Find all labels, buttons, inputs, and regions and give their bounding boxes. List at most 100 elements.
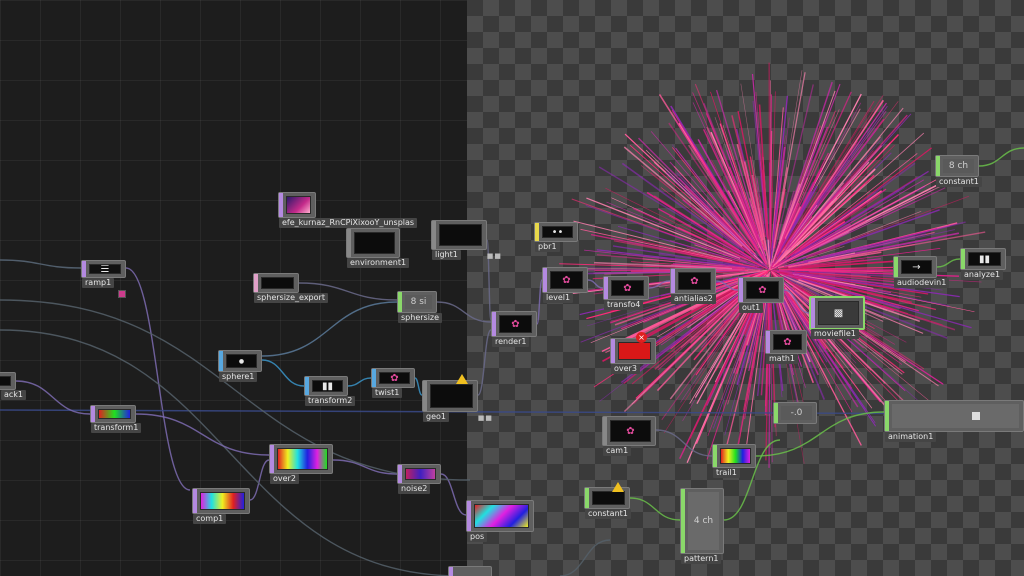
node-viewer: ✿	[773, 334, 802, 350]
node-type-strip	[91, 406, 95, 422]
node-type-strip	[774, 403, 778, 423]
node-type-strip	[279, 193, 283, 217]
node-viewer	[354, 232, 395, 254]
wire[interactable]	[332, 459, 398, 475]
node-viewer	[98, 409, 131, 419]
node-pbr1[interactable]: •• pbr1	[534, 222, 578, 252]
node-type-strip	[193, 489, 197, 513]
node-pattern1[interactable]: 4 ch pattern1	[680, 488, 724, 564]
node-transform1[interactable]: transform1	[90, 405, 142, 433]
wire[interactable]	[936, 258, 961, 268]
node-label: transfo4	[604, 300, 644, 310]
node-viewer	[286, 196, 311, 214]
wire[interactable]	[436, 301, 492, 323]
warning-icon[interactable]	[612, 482, 624, 492]
wire[interactable]	[261, 301, 398, 357]
node-environment1[interactable]: environment1	[346, 228, 410, 268]
node-sphere1[interactable]: ● sphere1	[218, 350, 262, 382]
node-flags[interactable]: ■■	[478, 414, 493, 422]
node-moviefileout1[interactable]: ▩ moviefile1	[809, 296, 865, 339]
node-out1[interactable]: ✿ out1	[738, 277, 784, 313]
node-label: pattern1	[681, 554, 722, 564]
node-light1[interactable]: light1 ■■	[431, 220, 501, 260]
node-pos[interactable]: pos	[466, 500, 534, 542]
node-label: animation1	[885, 432, 937, 442]
node-flag-dot[interactable]	[118, 290, 126, 298]
warning-icon[interactable]	[456, 374, 468, 384]
wire[interactable]	[587, 279, 604, 289]
wire[interactable]	[135, 413, 270, 456]
node-partial-bottom[interactable]	[448, 566, 492, 576]
wire[interactable]	[655, 429, 713, 457]
node-ramp1[interactable]: ☰ ramp1	[81, 260, 126, 288]
node-noise2[interactable]: noise2	[397, 464, 441, 494]
node-comp1[interactable]: comp1	[192, 488, 250, 524]
node-track1[interactable]: ack1	[0, 372, 27, 400]
node-type-strip	[894, 257, 898, 277]
node-label: ramp1	[82, 278, 115, 288]
node-label: constant1	[936, 177, 982, 187]
wire[interactable]	[0, 259, 82, 269]
node-geo1[interactable]: geo1 ■■	[422, 380, 492, 422]
node-transform-b[interactable]: ✿ transfo4	[603, 276, 649, 310]
node-viewer: ••	[542, 226, 573, 238]
node-type-strip	[766, 331, 770, 353]
node-flags[interactable]: ■■	[487, 252, 502, 260]
node-null-value[interactable]: -.0	[773, 402, 817, 424]
wire[interactable]	[559, 539, 611, 576]
node-twist1[interactable]: ✿ twist1	[371, 368, 415, 398]
wire[interactable]	[477, 329, 492, 396]
wire[interactable]	[978, 147, 1024, 167]
node-type-strip	[270, 445, 274, 473]
node-transform2[interactable]: ▮▮ transform2	[304, 376, 356, 406]
error-icon[interactable]: ×	[636, 332, 647, 343]
arrow-right-icon: →	[912, 261, 921, 273]
node-moviefilein-unsplash[interactable]: efe_kurnaz_RnCPiXixooY_unsplas	[278, 192, 418, 228]
node-label: transform2	[305, 396, 356, 406]
node-label: constant1	[585, 509, 631, 519]
node-viewer	[618, 342, 651, 360]
wire[interactable]	[783, 289, 810, 314]
wire[interactable]	[125, 267, 191, 491]
node-math1[interactable]: ✿ math1	[765, 330, 807, 364]
node-audiodevicein1[interactable]: → audiodevin1	[893, 256, 950, 288]
wire[interactable]	[15, 380, 91, 415]
node-type-strip	[961, 249, 965, 269]
node-viewer	[474, 504, 529, 528]
wire[interactable]	[249, 459, 270, 501]
node-sphersize-export[interactable]: sphersize_export	[253, 273, 328, 303]
node-type-strip	[585, 488, 589, 508]
analyze-glyph: ▮▮	[978, 253, 990, 265]
channel-count: 8 ch	[948, 161, 969, 171]
wire[interactable]	[648, 280, 671, 289]
node-label: noise2	[398, 484, 431, 494]
node-viewer	[592, 491, 625, 505]
out-glyph: ✿	[758, 284, 767, 296]
node-render1[interactable]: ✿ render1	[491, 311, 537, 347]
node-viewer: ✿	[610, 420, 651, 442]
node-analyze1[interactable]: ▮▮ analyze1	[960, 248, 1006, 280]
node-type-strip	[372, 369, 376, 387]
wire[interactable]	[715, 280, 739, 291]
node-cam1[interactable]: ✿ cam1	[602, 416, 656, 456]
keyframe-markers	[971, 412, 980, 420]
wire[interactable]	[261, 359, 305, 387]
node-antialias2[interactable]: ✿ antialias2	[670, 268, 716, 304]
node-animation1[interactable]: animation1	[884, 400, 1024, 442]
wire[interactable]	[629, 497, 681, 521]
node-sphersize[interactable]: 8 si sphersize	[397, 291, 443, 323]
node-level1[interactable]: ✿ level1	[542, 267, 588, 303]
value-readout: -.0	[790, 408, 803, 418]
node-over2[interactable]: over2	[269, 444, 333, 484]
node-type-strip	[492, 312, 496, 336]
film-glyph: ▩	[833, 307, 844, 319]
node-viewer	[892, 404, 1019, 428]
wire[interactable]	[414, 377, 423, 396]
network-editor[interactable]: ☰ ramp1 efe_kurnaz_RnCPiXixooY_unsplas e…	[0, 0, 1024, 576]
node-viewer	[439, 224, 482, 246]
node-trail1[interactable]: trail1	[712, 444, 756, 478]
wire[interactable]	[347, 377, 372, 387]
node-over3[interactable]: over3	[610, 338, 656, 374]
node-constant1-chop[interactable]: 8 ch constant1	[935, 155, 982, 187]
node-type-strip	[82, 261, 86, 277]
